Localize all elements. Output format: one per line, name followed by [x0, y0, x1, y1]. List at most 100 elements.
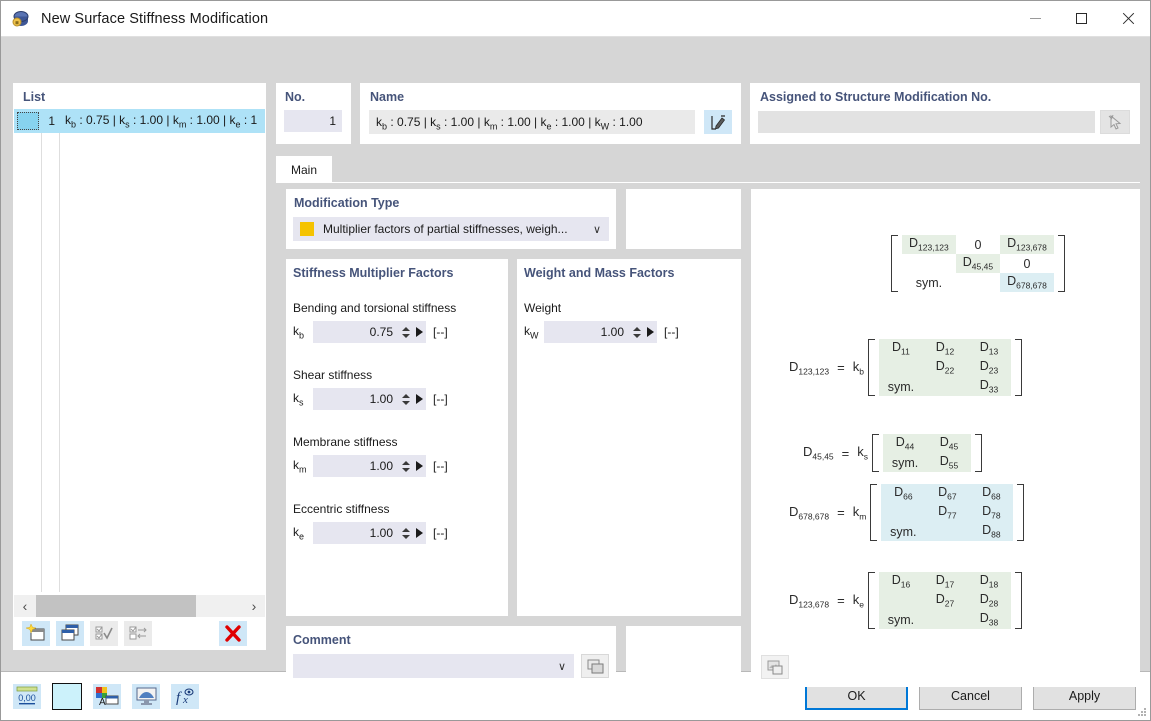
minimize-button[interactable]	[1012, 1, 1058, 37]
dialog-body: List 1 kb : 0.75 | ks : 1.00 | km : 1.00…	[1, 37, 1150, 671]
kb-more-button[interactable]	[412, 321, 426, 343]
arrow-up-icon[interactable]	[633, 327, 641, 331]
select-all-button	[90, 621, 118, 646]
modification-type-side-panel	[626, 189, 741, 249]
ke-stepper[interactable]: 1.00	[313, 522, 426, 544]
matrix-row: sym.D38	[879, 610, 1011, 629]
arrow-down-icon[interactable]	[402, 334, 410, 338]
scroll-track[interactable]	[36, 595, 243, 617]
arrow-up-icon[interactable]	[402, 528, 410, 532]
list-horizontal-scrollbar[interactable]: ‹ ›	[14, 595, 265, 617]
modification-type-color-swatch	[300, 222, 314, 236]
window-title: New Surface Stiffness Modification	[41, 11, 268, 27]
field-membrane-stiffness: Membrane stiffness km 1.00 [--]	[293, 435, 448, 477]
modification-type-title: Modification Type	[294, 196, 399, 210]
field-label: Eccentric stiffness	[293, 502, 448, 516]
matrix-cell: D678,678	[1000, 273, 1054, 292]
ke-more-button[interactable]	[412, 522, 426, 544]
row-color-swatch[interactable]	[17, 112, 39, 130]
scroll-right-arrow[interactable]: ›	[243, 595, 265, 617]
comment-side-panel	[626, 626, 741, 687]
kw-more-button[interactable]	[643, 321, 657, 343]
name-input[interactable]: kb : 0.75 | ks : 1.00 | km : 1.00 | ke :…	[369, 110, 695, 134]
matrix-cell: D17	[923, 572, 967, 591]
tab-main[interactable]: Main	[276, 156, 332, 183]
color-swatch-button[interactable]	[52, 683, 82, 710]
modification-type-select[interactable]: Multiplier factors of partial stiffnesse…	[293, 217, 609, 241]
matrix-copy-button[interactable]	[761, 655, 789, 679]
kw-value[interactable]: 1.00	[544, 325, 630, 339]
km-value[interactable]: 1.00	[313, 459, 399, 473]
matrix-cell: D22	[923, 358, 967, 377]
number-input[interactable]: 1	[284, 110, 342, 132]
scroll-left-arrow[interactable]: ‹	[14, 595, 36, 617]
display-properties-button[interactable]: A	[93, 684, 121, 709]
arrow-up-icon[interactable]	[402, 327, 410, 331]
list-title: List	[23, 90, 45, 104]
ks-value[interactable]: 1.00	[313, 392, 399, 406]
footer-tools: 0,00 A	[13, 683, 199, 710]
close-button[interactable]	[1104, 1, 1150, 37]
field-symbol: kb	[293, 324, 313, 340]
assigned-input[interactable]	[758, 111, 1095, 133]
list-item[interactable]: 1 kb : 0.75 | ks : 1.00 | km : 1.00 | ke…	[14, 109, 265, 133]
ke-spin-arrows[interactable]	[399, 522, 412, 544]
copy-windows-icon	[60, 624, 80, 642]
matrix-cell: D55	[927, 453, 971, 472]
formula-button[interactable]: f x	[171, 684, 199, 709]
km-spin-arrows[interactable]	[399, 455, 412, 477]
decimal-places-button[interactable]: 0,00	[13, 684, 41, 709]
matrix-cell: 0	[1000, 254, 1054, 273]
list-toolbar	[14, 617, 265, 649]
kb-spin-arrows[interactable]	[399, 321, 412, 343]
arrow-up-icon[interactable]	[402, 461, 410, 465]
bracket-right	[1015, 572, 1022, 629]
arrow-up-icon[interactable]	[402, 394, 410, 398]
bracket-right	[1017, 484, 1024, 541]
matrix-cell	[881, 503, 925, 522]
kb-stepper[interactable]: 0.75	[313, 321, 426, 343]
ks-more-button[interactable]	[412, 388, 426, 410]
visibility-button[interactable]	[132, 684, 160, 709]
comment-library-icon	[587, 659, 604, 674]
field-symbol: ke	[293, 525, 313, 541]
comment-library-button[interactable]	[581, 654, 609, 678]
matrix-cell	[879, 358, 923, 377]
matrix-overview: D123,123 0 D123,678 D45,45 0 sym.	[891, 235, 1065, 292]
ks-stepper[interactable]: 1.00	[313, 388, 426, 410]
kb-value[interactable]: 0.75	[313, 325, 399, 339]
km-stepper[interactable]: 1.00	[313, 455, 426, 477]
equation-lhs: D45,45	[803, 444, 834, 462]
name-edit-button[interactable]	[704, 110, 732, 134]
copy-item-button[interactable]	[56, 621, 84, 646]
arrow-down-icon[interactable]	[402, 535, 410, 539]
kw-stepper[interactable]: 1.00	[544, 321, 657, 343]
check-all-icon	[94, 624, 114, 642]
arrow-down-icon[interactable]	[402, 401, 410, 405]
kw-spin-arrows[interactable]	[630, 321, 643, 343]
field-label: Weight	[524, 301, 679, 315]
assigned-pick-button[interactable]	[1100, 110, 1130, 134]
svg-text:x: x	[182, 694, 188, 706]
ks-spin-arrows[interactable]	[399, 388, 412, 410]
arrow-down-icon[interactable]	[402, 468, 410, 472]
list-column-color	[14, 109, 42, 592]
resize-grip[interactable]	[1136, 706, 1147, 717]
field-bending-stiffness: Bending and torsional stiffness kb 0.75 …	[293, 301, 456, 343]
name-panel: Name kb : 0.75 | ks : 1.00 | km : 1.00 |…	[360, 83, 741, 144]
comment-input[interactable]: ∨	[293, 654, 574, 678]
scroll-thumb[interactable]	[36, 595, 196, 617]
matrix-cell: D67	[925, 484, 969, 503]
new-item-button[interactable]	[22, 621, 50, 646]
maximize-button[interactable]	[1058, 1, 1104, 37]
equation-equals: =	[837, 505, 845, 520]
km-more-button[interactable]	[412, 455, 426, 477]
ke-value[interactable]: 1.00	[313, 526, 399, 540]
title-bar: New Surface Stiffness Modification	[1, 1, 1150, 37]
matrix-cell	[925, 522, 969, 541]
arrow-down-icon[interactable]	[633, 334, 641, 338]
delete-item-button[interactable]	[219, 621, 247, 646]
matrix-row: D11D12D13	[879, 339, 1011, 358]
matrix-cell: sym.	[883, 453, 927, 472]
bracket-left	[868, 572, 875, 629]
